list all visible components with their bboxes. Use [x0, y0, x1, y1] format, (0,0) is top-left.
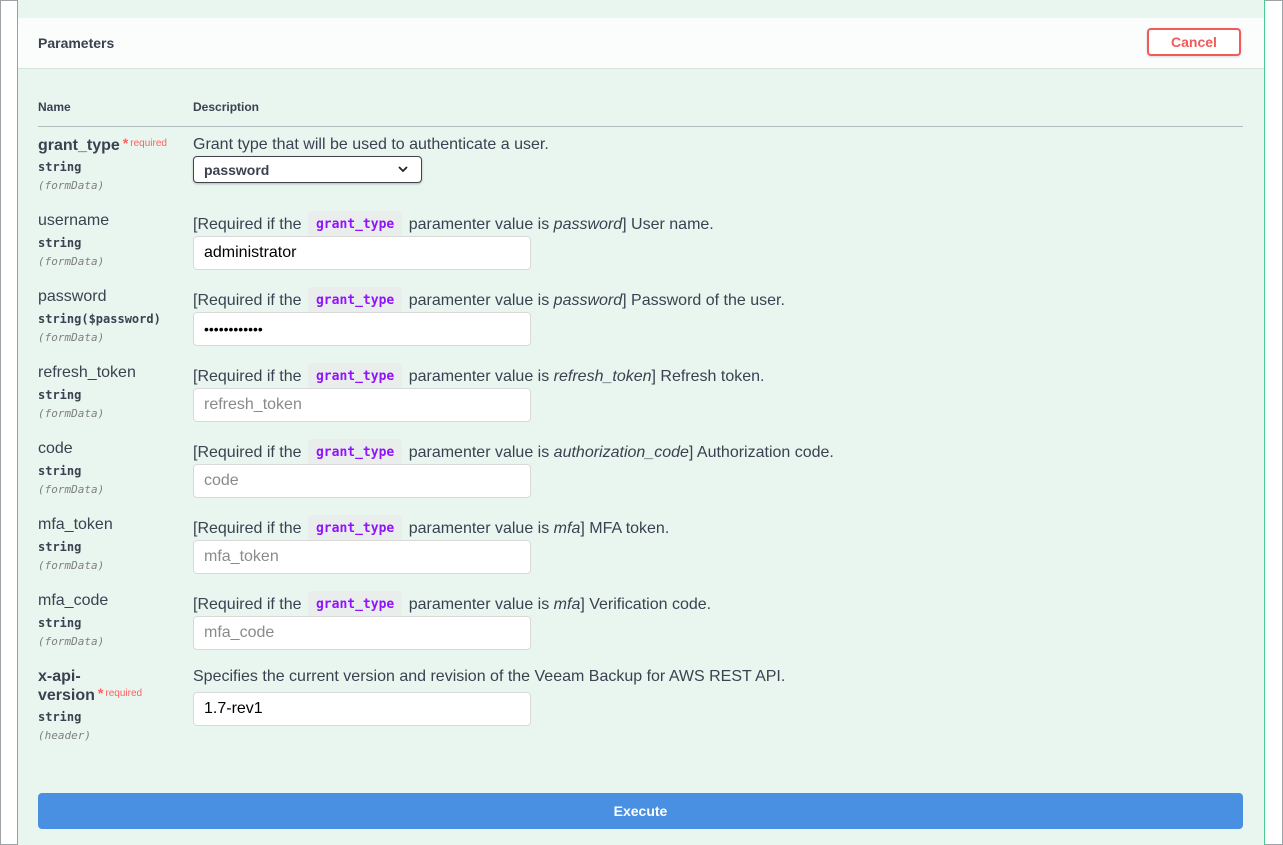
param-description: [Required if the grant_type paramenter v… [193, 363, 765, 391]
param-name-text: grant_type [38, 137, 120, 154]
cancel-button[interactable]: Cancel [1147, 28, 1241, 56]
param-description: [Required if the grant_type paramenter v… [193, 211, 714, 239]
desc-mid: paramenter value is [408, 216, 550, 233]
param-in: (header) [38, 729, 91, 742]
param-type: string [38, 464, 82, 478]
required-star: * [122, 135, 129, 151]
grant-type-chip: grant_type [307, 515, 403, 542]
desc-tail: ] User name. [622, 216, 714, 233]
param-type: string [38, 710, 82, 724]
select-value: password [204, 162, 270, 178]
required-label: required [130, 138, 167, 149]
param-in: (formData) [38, 255, 105, 268]
desc-tail: ] Refresh token. [651, 368, 765, 385]
param-name: x-api-version * required [38, 668, 188, 707]
param-type: string [38, 540, 82, 554]
param-description: [Required if the grant_type paramenter v… [193, 287, 785, 315]
param-description: [Required if the grant_type paramenter v… [193, 591, 712, 619]
grant-type-chip: grant_type [307, 211, 403, 238]
mfa-token-input[interactable] [193, 540, 531, 574]
param-name: mfa_token [38, 516, 113, 533]
param-in: (formData) [38, 483, 105, 496]
param-type: string [38, 388, 82, 402]
code-input[interactable] [193, 464, 531, 498]
param-in: (formData) [38, 179, 105, 192]
desc-prefix: [Required if the [193, 520, 302, 537]
param-name-line2: version [38, 687, 95, 704]
desc-condition: mfa [553, 596, 581, 613]
desc-condition: refresh_token [553, 368, 652, 385]
param-description: [Required if the grant_type paramenter v… [193, 515, 670, 543]
column-header-description: Description [193, 100, 260, 114]
x-api-version-input[interactable] [193, 692, 531, 726]
desc-prefix: [Required if the [193, 596, 302, 613]
param-type: string [38, 160, 82, 174]
parameters-header: Parameters Cancel [18, 18, 1264, 69]
desc-prefix: [Required if the [193, 216, 302, 233]
desc-prefix: [Required if the [193, 368, 302, 385]
refresh-token-input[interactable] [193, 388, 531, 422]
desc-tail: ] Password of the user. [622, 292, 785, 309]
param-type: string($password) [38, 312, 161, 326]
required-star: * [97, 685, 104, 701]
desc-mid: paramenter value is [408, 368, 550, 385]
username-input[interactable] [193, 236, 531, 270]
desc-tail: ] MFA token. [580, 520, 670, 537]
desc-tail: ] Authorization code. [688, 444, 834, 461]
param-name: refresh_token [38, 364, 136, 381]
desc-mid: paramenter value is [408, 596, 550, 613]
param-in: (formData) [38, 331, 105, 344]
desc-mid: paramenter value is [408, 520, 550, 537]
chevron-down-icon [398, 166, 408, 173]
param-name: password [38, 288, 107, 305]
operation-block: Parameters Cancel Name Description grant… [17, 0, 1265, 845]
grant-type-chip: grant_type [307, 287, 403, 314]
desc-condition: password [553, 216, 623, 233]
execute-button[interactable]: Execute [38, 793, 1243, 829]
section-title: Parameters [38, 35, 115, 51]
param-name-line1: x-api- [38, 668, 81, 685]
desc-condition: mfa [553, 520, 581, 537]
param-description: [Required if the grant_type paramenter v… [193, 439, 834, 467]
param-name: code [38, 440, 73, 457]
grant-type-chip: grant_type [307, 591, 403, 618]
grant-type-chip: grant_type [307, 439, 403, 466]
header-divider [38, 126, 1243, 127]
desc-mid: paramenter value is [408, 444, 550, 461]
param-type: string [38, 236, 82, 250]
desc-tail: ] Verification code. [580, 596, 712, 613]
param-description: Specifies the current version and revisi… [193, 668, 786, 685]
desc-mid: paramenter value is [408, 292, 550, 309]
required-label: required [105, 688, 143, 699]
param-description: Grant type that will be used to authenti… [193, 136, 549, 153]
param-in: (formData) [38, 559, 105, 572]
param-in: (formData) [38, 635, 105, 648]
param-name: mfa_code [38, 592, 109, 609]
password-input[interactable] [193, 312, 531, 346]
desc-condition: password [553, 292, 623, 309]
grant-type-chip: grant_type [307, 363, 403, 390]
desc-prefix: [Required if the [193, 444, 302, 461]
grant-type-select[interactable]: password [193, 156, 422, 183]
param-name: username [38, 212, 110, 229]
desc-condition: authorization_code [553, 444, 689, 461]
param-name: grant_type * required [38, 135, 188, 157]
param-type: string [38, 616, 82, 630]
param-in: (formData) [38, 407, 105, 420]
column-header-name: Name [38, 100, 71, 114]
desc-prefix: [Required if the [193, 292, 302, 309]
mfa-code-input[interactable] [193, 616, 531, 650]
